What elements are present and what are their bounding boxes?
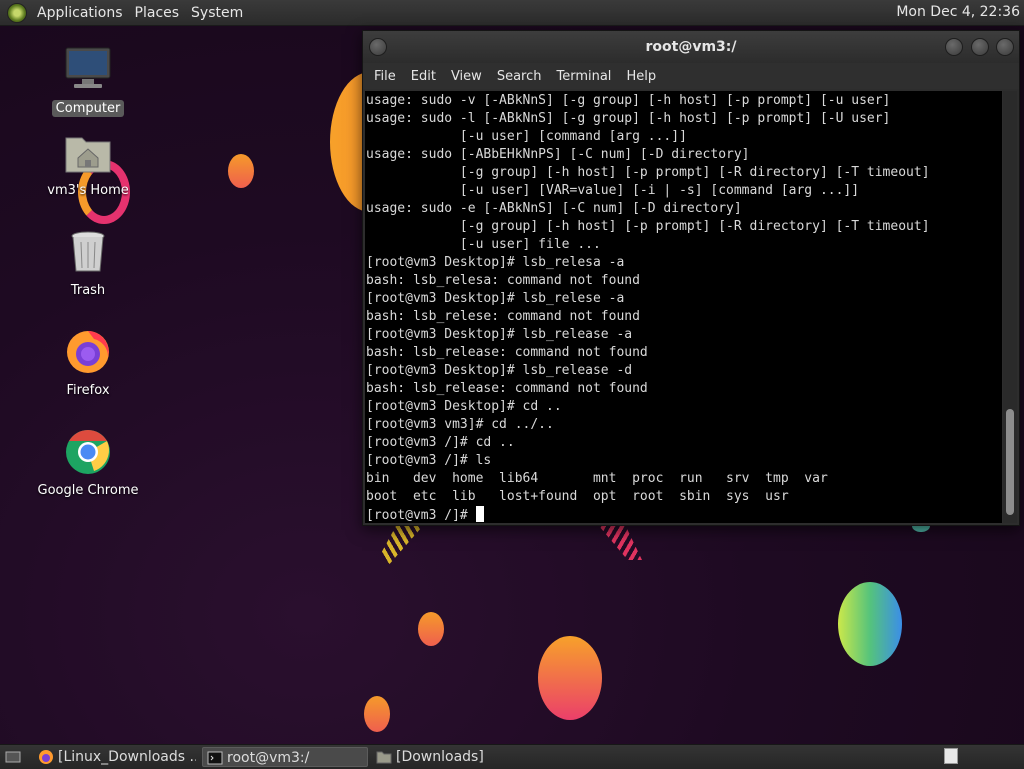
scrollbar-thumb[interactable]	[1006, 409, 1014, 515]
terminal-text: usage: sudo -v [-ABkNnS] [-g group] [-h …	[365, 91, 1002, 523]
window-titlebar[interactable]: root@vm3:/	[363, 31, 1019, 63]
desktop-icon-label: Firefox	[66, 383, 110, 398]
terminal-cursor	[475, 506, 484, 522]
terminal-line: [-g group] [-h host] [-p prompt] [-R dir…	[366, 219, 930, 234]
maximize-icon[interactable]	[971, 38, 989, 56]
terminal-line: [-u user] [command [arg ...]]	[366, 129, 687, 144]
terminal-output[interactable]: usage: sudo -v [-ABkNnS] [-g group] [-h …	[365, 91, 1002, 523]
desktop-icon-computer[interactable]: Computer	[28, 46, 148, 117]
menu-file[interactable]: File	[367, 69, 404, 84]
window-title: root@vm3:/	[645, 39, 737, 55]
menu-help[interactable]: Help	[619, 69, 664, 84]
desktop-icon-chrome[interactable]: Google Chrome	[28, 428, 148, 499]
computer-icon	[64, 46, 112, 94]
terminal-line: usage: sudo -l [-ABkNnS] [-g group] [-h …	[366, 111, 891, 126]
terminal-prompt: [root@vm3 /]#	[366, 508, 476, 523]
clock[interactable]: Mon Dec 4, 22:36	[896, 4, 1020, 20]
terminal-lines: usage: sudo -v [-ABkNnS] [-g group] [-h …	[366, 93, 930, 504]
terminal-line: [-u user] [VAR=value] [-i | -s] [command…	[366, 183, 860, 198]
terminal-line: bash: lsb_relese: command not found	[366, 309, 640, 324]
menu-view[interactable]: View	[444, 69, 490, 84]
terminal-line: [root@vm3 /]# ls	[366, 453, 492, 468]
terminal-line: bash: lsb_release: command not found	[366, 345, 648, 360]
show-desktop-button[interactable]	[0, 747, 26, 767]
chrome-icon	[64, 428, 112, 476]
wallpaper-small-orange	[418, 612, 444, 646]
distro-logo-icon[interactable]	[7, 2, 27, 23]
menu-edit[interactable]: Edit	[404, 69, 444, 84]
desktop-icon-label: Trash	[70, 283, 106, 298]
wallpaper-stripes-pink	[594, 520, 642, 560]
wallpaper-stripes-yellow	[380, 520, 428, 564]
desktop-icon-label: Google Chrome	[37, 483, 139, 498]
places-menu[interactable]: Places	[131, 5, 188, 21]
menu-search[interactable]: Search	[490, 69, 550, 84]
wallpaper-orange-dot	[228, 154, 254, 188]
terminal-line: bash: lsb_release: command not found	[366, 381, 648, 396]
terminal-line: usage: sudo -e [-ABkNnS] [-C num] [-D di…	[366, 201, 742, 216]
taskbar-item-terminal[interactable]: root@vm3:/	[202, 747, 368, 767]
terminal-line: bash: lsb_relesa: command not found	[366, 273, 640, 288]
folder-icon	[376, 751, 392, 764]
terminal-line: [root@vm3 Desktop]# cd ..	[366, 399, 562, 414]
trash-icon	[64, 228, 112, 276]
terminal-scrollbar[interactable]	[1003, 91, 1017, 523]
taskbar-item-label: [Linux_Downloads ...	[58, 749, 196, 765]
desktop-icon-trash[interactable]: Trash	[28, 228, 148, 299]
taskbar-item-firefox[interactable]: [Linux_Downloads ...	[34, 747, 196, 767]
wallpaper-green-blue-oval	[838, 582, 902, 666]
system-menu[interactable]: System	[187, 5, 251, 21]
terminal-line: [root@vm3 Desktop]# lsb_relese -a	[366, 291, 625, 306]
terminal-line: [root@vm3 Desktop]# lsb_release -a	[366, 327, 633, 342]
bottom-panel: [Linux_Downloads ... root@vm3:/ [Downloa…	[0, 744, 1024, 769]
firefox-icon	[64, 328, 112, 376]
terminal-line: [root@vm3 /]# cd ..	[366, 435, 515, 450]
terminal-line: [root@vm3 Desktop]# lsb_relesa -a	[366, 255, 625, 270]
desktop-icon-home[interactable]: vm3's Home	[28, 128, 148, 199]
workspace-icon	[944, 748, 958, 764]
terminal-line: [root@vm3 Desktop]# lsb_release -d	[366, 363, 633, 378]
taskbar-item-label: root@vm3:/	[227, 750, 310, 766]
home-folder-icon	[64, 128, 112, 176]
workspace-switcher[interactable]	[940, 747, 960, 767]
terminal-line: [root@vm3 vm3]# cd ../..	[366, 417, 554, 432]
minimize-icon[interactable]	[945, 38, 963, 56]
desktop-icon-label: Computer	[51, 100, 125, 117]
top-panel: Applications Places System Mon Dec 4, 22…	[0, 0, 1024, 26]
show-desktop-icon	[5, 751, 21, 763]
terminal-line: boot etc lib lost+found opt root sbin sy…	[366, 489, 789, 504]
close-icon[interactable]	[996, 38, 1014, 56]
terminal-line: [-g group] [-h host] [-p prompt] [-R dir…	[366, 165, 930, 180]
taskbar-item-label: [Downloads]	[396, 749, 484, 765]
terminal-menubar: File Edit View Search Terminal Help	[363, 63, 1019, 89]
menu-terminal[interactable]: Terminal	[549, 69, 619, 84]
wallpaper-large-orange	[538, 636, 602, 720]
terminal-line: usage: sudo [-ABbEHkNnPS] [-C num] [-D d…	[366, 147, 750, 162]
terminal-line: usage: sudo -v [-ABkNnS] [-g group] [-h …	[366, 93, 891, 108]
taskbar-item-downloads[interactable]: [Downloads]	[372, 747, 538, 767]
terminal-window[interactable]: root@vm3:/ File Edit View Search Termina…	[362, 30, 1020, 526]
terminal-icon	[207, 751, 223, 765]
desktop-icon-firefox[interactable]: Firefox	[28, 328, 148, 399]
wallpaper-bottom-orange	[364, 696, 390, 732]
terminal-line: [-u user] file ...	[366, 237, 601, 252]
desktop-icon-label: vm3's Home	[47, 183, 129, 198]
firefox-icon	[39, 750, 53, 764]
applications-menu[interactable]: Applications	[33, 5, 131, 21]
window-menu-icon[interactable]	[369, 38, 387, 56]
terminal-line: bin dev home lib64 mnt proc run srv tmp …	[366, 471, 828, 486]
